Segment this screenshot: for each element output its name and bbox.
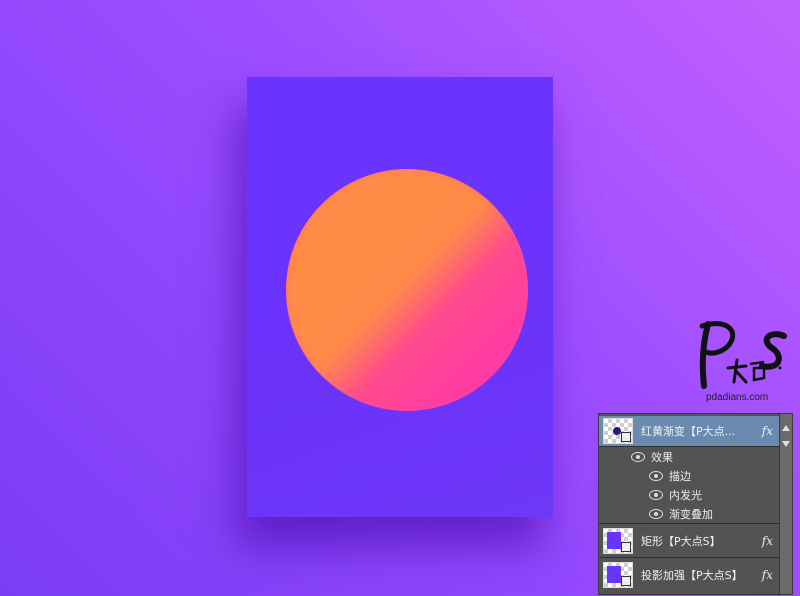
eye-icon[interactable] (649, 470, 663, 481)
fx-icon[interactable]: fx (762, 568, 773, 582)
layer-thumbnail (603, 528, 633, 554)
layer-thumbnail (603, 418, 633, 444)
ps-watermark: pdadians.com (688, 316, 798, 408)
eye-icon[interactable] (649, 489, 663, 500)
layer-name: 矩形【P大点S】 (641, 535, 721, 548)
effects-header: 效果 (651, 450, 673, 464)
effect-label: 渐变叠加 (669, 507, 713, 521)
effect-stroke[interactable]: 描边 (599, 466, 779, 485)
layer-row-red-yellow-gradient[interactable]: 红黄渐变【P大点... fx (599, 416, 779, 446)
layers-scrollbar[interactable] (779, 414, 792, 594)
layer-name: 投影加强【P大点S】 (641, 569, 743, 582)
fx-icon[interactable]: fx (762, 534, 773, 548)
ps-logo-icon (699, 321, 787, 389)
scroll-up-icon[interactable] (782, 425, 790, 431)
layer-name: 红黄渐变【P大点... (641, 425, 736, 438)
fx-icon[interactable]: fx (762, 424, 773, 438)
poster-rectangle (247, 77, 553, 517)
scroll-down-icon[interactable] (782, 441, 790, 447)
eye-icon[interactable] (649, 508, 663, 519)
layer-row-rectangle[interactable]: 矩形【P大点S】 fx (599, 526, 779, 556)
layer-row-shadow-boost[interactable]: 投影加强【P大点S】 fx (599, 560, 779, 590)
effects-group[interactable]: 效果 (599, 447, 779, 466)
gradient-circle (286, 169, 528, 411)
effect-label: 内发光 (669, 488, 702, 502)
effect-label: 描边 (669, 469, 691, 483)
watermark-url: pdadians.com (706, 392, 769, 403)
layer-thumbnail (603, 562, 633, 588)
effect-inner-glow[interactable]: 内发光 (599, 485, 779, 504)
eye-icon[interactable] (631, 451, 645, 462)
effect-gradient-overlay[interactable]: 渐变叠加 (599, 504, 779, 523)
layers-panel[interactable]: 红黄渐变【P大点... fx 效果 描边 内发光 渐变叠加 矩形【P大点S】 f… (598, 413, 793, 595)
